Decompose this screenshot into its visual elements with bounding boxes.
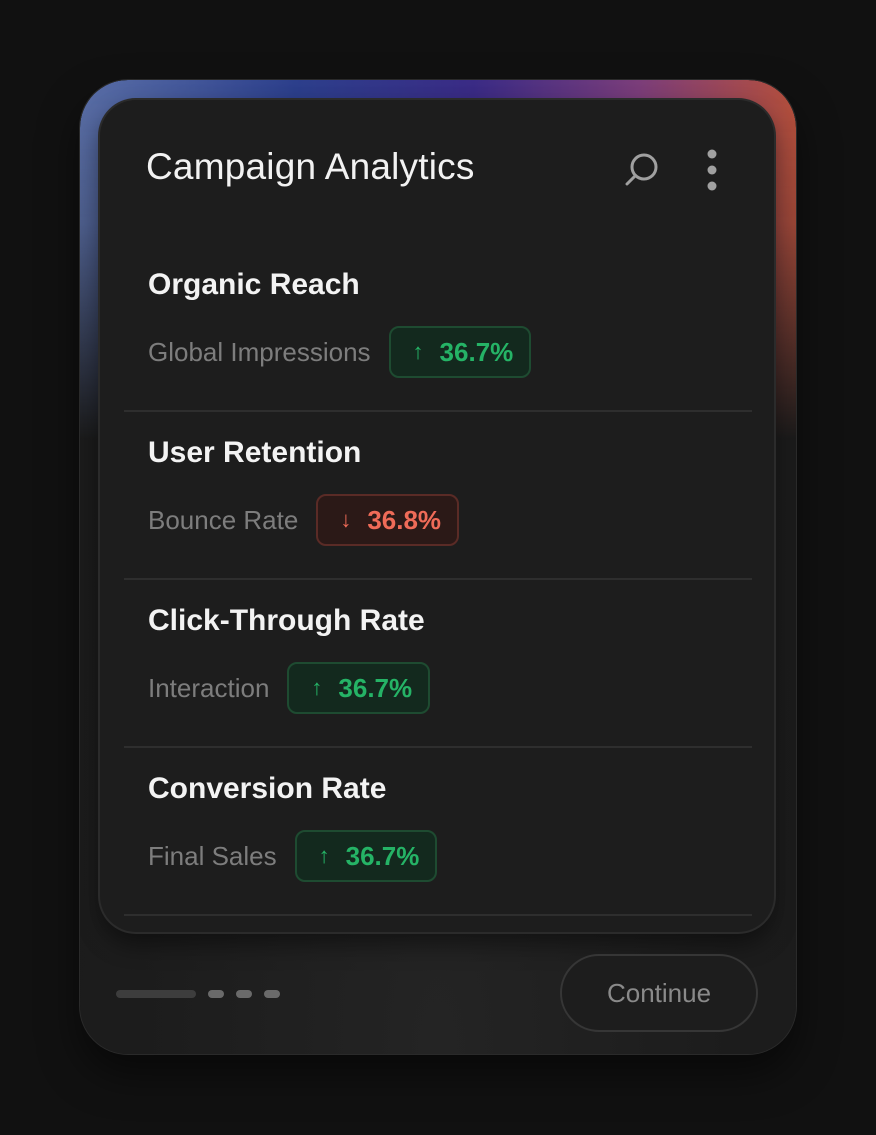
metric-subtitle: Interaction — [148, 672, 270, 703]
trend-value: 36.7% — [439, 336, 514, 367]
trend-badge: ↓ 36.8% — [316, 494, 460, 546]
metric-item-organic-reach[interactable]: Organic Reach Global Impressions ↑ 36.7% — [124, 246, 752, 412]
metric-row: Bounce Rate ↓ 36.8% — [148, 494, 460, 546]
metric-row: Final Sales ↑ 36.7% — [148, 830, 438, 882]
metric-title: Click-Through Rate — [148, 604, 425, 637]
trend-badge: ↑ 36.7% — [388, 326, 532, 378]
metric-title: Organic Reach — [148, 268, 360, 301]
metric-item-conversion-rate[interactable]: Conversion Rate Final Sales ↑ 36.7% — [124, 750, 752, 916]
metric-subtitle: Final Sales — [148, 840, 277, 871]
panel-header: Campaign Analytics — [146, 144, 734, 200]
more-vertical-icon[interactable] — [700, 146, 724, 194]
page-indicator — [116, 990, 280, 998]
trend-value: 36.7% — [338, 672, 413, 703]
trend-value: 36.8% — [367, 504, 442, 535]
metrics-panel: Campaign Analytics Organic Reach Global … — [100, 100, 774, 932]
page-dot[interactable] — [264, 990, 280, 998]
analytics-card: Campaign Analytics Organic Reach Global … — [80, 80, 796, 1054]
trend-value: 36.7% — [345, 840, 420, 871]
page-dot-active[interactable] — [116, 990, 196, 998]
metric-title: User Retention — [148, 436, 362, 469]
trend-badge: ↑ 36.7% — [287, 662, 431, 714]
metric-title: Conversion Rate — [148, 772, 387, 805]
page-dot[interactable] — [236, 990, 252, 998]
metric-subtitle: Bounce Rate — [148, 504, 299, 535]
metrics-list: Organic Reach Global Impressions ↑ 36.7%… — [124, 246, 752, 918]
trend-badge: ↑ 36.7% — [294, 830, 438, 882]
metric-subtitle: Global Impressions — [148, 336, 371, 367]
page-title: Campaign Analytics — [146, 146, 475, 187]
arrow-up-icon: ↑ — [412, 339, 424, 364]
continue-button[interactable]: Continue — [560, 954, 758, 1032]
metric-item-user-retention[interactable]: User Retention Bounce Rate ↓ 36.8% — [124, 414, 752, 580]
app-stage: Campaign Analytics Organic Reach Global … — [0, 0, 876, 1135]
arrow-up-icon: ↑ — [318, 843, 330, 868]
arrow-down-icon: ↓ — [340, 507, 352, 532]
search-icon[interactable] — [622, 150, 662, 190]
metric-row: Global Impressions ↑ 36.7% — [148, 326, 532, 378]
page-dot[interactable] — [208, 990, 224, 998]
metric-item-click-through-rate[interactable]: Click-Through Rate Interaction ↑ 36.7% — [124, 582, 752, 748]
metric-row: Interaction ↑ 36.7% — [148, 662, 431, 714]
arrow-up-icon: ↑ — [311, 675, 323, 700]
